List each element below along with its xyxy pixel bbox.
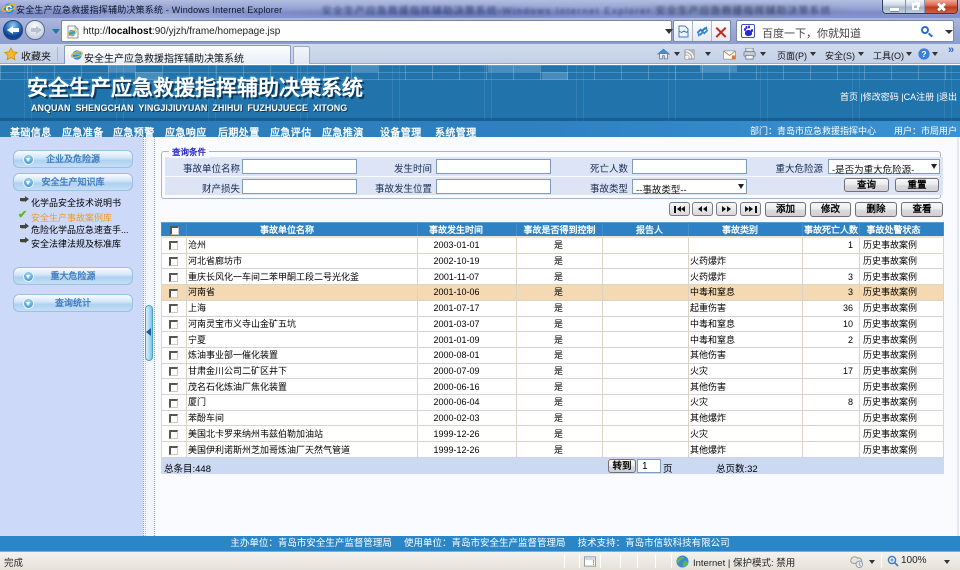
- svg-text:?: ?: [921, 49, 926, 59]
- svg-text:!: !: [592, 558, 594, 567]
